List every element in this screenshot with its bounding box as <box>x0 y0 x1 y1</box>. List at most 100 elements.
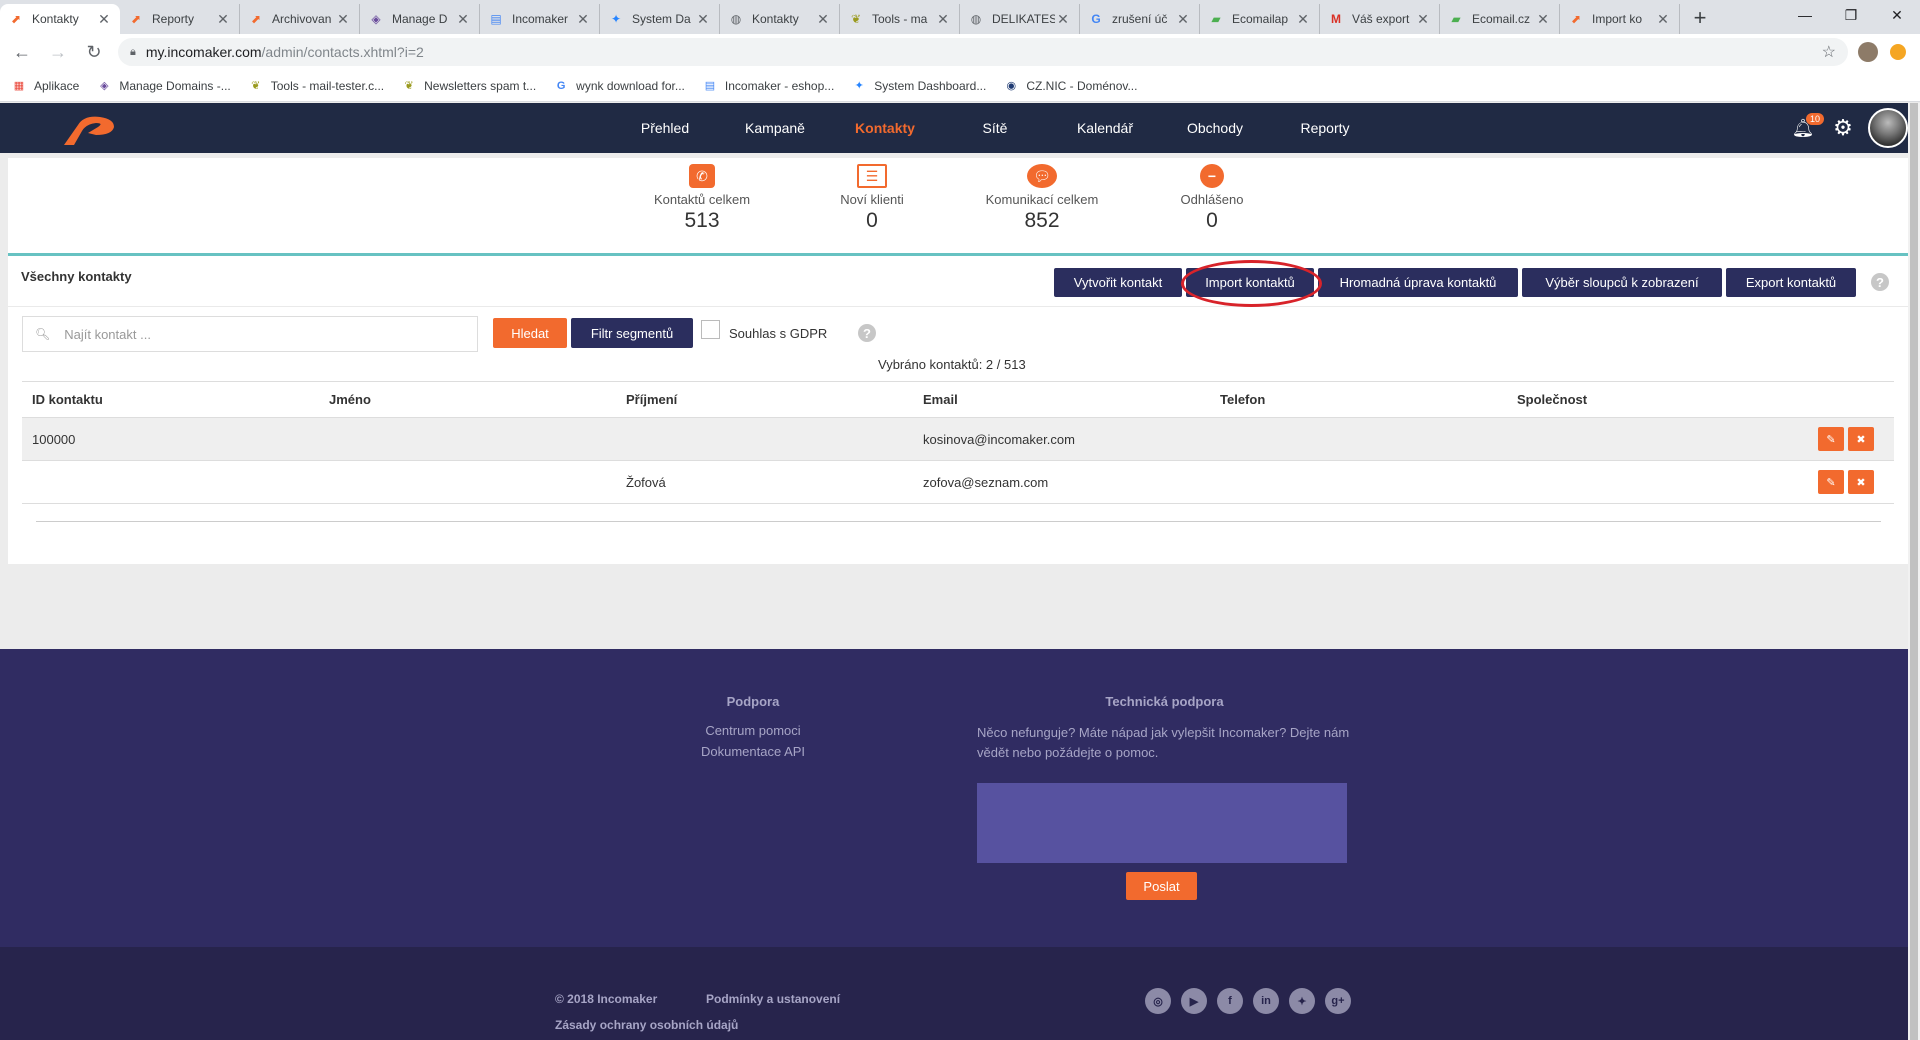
search-input[interactable]: 🔍︎ Najít kontakt ... <box>22 316 478 352</box>
privacy-link[interactable]: Zásady ochrany osobních údajů <box>555 1018 738 1032</box>
column-header[interactable]: Jméno <box>319 392 616 407</box>
gear-icon[interactable]: ⚙ <box>1828 113 1858 143</box>
browser-tab[interactable]: ❦ Tools - ma ✕ <box>840 4 960 34</box>
bookmark-star-icon[interactable]: ☆ <box>1822 42 1836 62</box>
help-center-link[interactable]: Centrum pomoci <box>643 723 863 738</box>
extension-icon[interactable] <box>1890 44 1906 60</box>
close-icon[interactable]: ✕ <box>96 11 112 28</box>
send-button[interactable]: Poslat <box>1126 872 1197 900</box>
browser-tab-strip: ⬈ Kontakty ✕ ⬈ Reporty ✕ ⬈ Archivovan ✕ … <box>0 0 1920 34</box>
google-plus-icon[interactable]: g+ <box>1325 988 1351 1014</box>
browser-tab[interactable]: ▰ Ecomail.cz ✕ <box>1440 4 1560 34</box>
bookmark-item[interactable]: ❦ Tools - mail-tester.c... <box>249 79 384 93</box>
browser-tab[interactable]: ⬈ Archivovan ✕ <box>240 4 360 34</box>
reload-icon[interactable]: ↻ <box>80 38 108 66</box>
browser-tab[interactable]: ◍ Kontakty ✕ <box>720 4 840 34</box>
close-icon[interactable]: ✕ <box>1415 11 1431 28</box>
nav-item-site[interactable]: Sítě <box>940 103 1050 153</box>
close-window-icon[interactable]: ✕ <box>1874 0 1920 30</box>
twitter-icon[interactable]: ✦ <box>1289 988 1315 1014</box>
column-header[interactable]: Telefon <box>1210 392 1507 407</box>
linkedin-icon[interactable]: in <box>1253 988 1279 1014</box>
close-icon[interactable]: ✕ <box>935 11 951 28</box>
bookmark-item[interactable]: ❦ Newsletters spam t... <box>402 79 537 93</box>
restore-icon[interactable]: ❐ <box>1828 0 1874 30</box>
column-select-button[interactable]: Výběr sloupců k zobrazení <box>1522 268 1722 297</box>
close-icon[interactable]: ✕ <box>1535 11 1551 28</box>
bookmark-item[interactable]: ◉ CZ.NIC - Doménov... <box>1004 79 1138 93</box>
incomaker-logo-icon: ⬈ <box>10 12 22 26</box>
browser-tab[interactable]: ▤ Incomaker ✕ <box>480 4 600 34</box>
column-header[interactable]: ID kontaktu <box>22 392 319 407</box>
edit-icon[interactable]: ✎ <box>1818 427 1844 451</box>
browser-tab[interactable]: ⬈ Import ko ✕ <box>1560 4 1680 34</box>
import-contacts-button[interactable]: Import kontaktů <box>1186 268 1314 297</box>
close-icon[interactable]: ✕ <box>695 11 711 28</box>
profile-avatar[interactable] <box>1858 42 1878 62</box>
nav-item-obchody[interactable]: Obchody <box>1160 103 1270 153</box>
column-header[interactable]: Společnost <box>1507 392 1804 407</box>
incomaker-logo[interactable] <box>60 111 120 147</box>
browser-tab[interactable]: ◈ Manage D ✕ <box>360 4 480 34</box>
minus-circle-icon: − <box>1200 164 1224 188</box>
footer: Podpora Centrum pomoci Dokumentace API T… <box>0 649 1908 947</box>
gdpr-help-icon[interactable]: ? <box>858 324 876 342</box>
column-header[interactable]: Příjmení <box>616 392 913 407</box>
close-icon[interactable]: ✕ <box>1295 11 1311 28</box>
delete-icon[interactable]: ✖ <box>1848 470 1874 494</box>
export-contacts-button[interactable]: Export kontaktů <box>1726 268 1856 297</box>
search-button[interactable]: Hledat <box>493 318 567 348</box>
bookmark-item[interactable]: Gwynk download for... <box>554 79 685 93</box>
minimize-icon[interactable]: — <box>1782 0 1828 30</box>
page-scrollbar[interactable] <box>1908 103 1920 1040</box>
bookmark-item[interactable]: ▦ Aplikace <box>12 79 80 93</box>
docs-icon: ▤ <box>490 12 502 26</box>
facebook-icon[interactable]: f <box>1217 988 1243 1014</box>
gdpr-checkbox[interactable] <box>701 320 720 339</box>
table-row[interactable]: Žofová zofova@seznam.com ✎ ✖ <box>22 460 1894 503</box>
terms-link[interactable]: Podmínky a ustanovení <box>706 992 840 1006</box>
table-row[interactable]: 100000 kosinova@incomaker.com ✎ ✖ <box>22 417 1894 460</box>
browser-tab[interactable]: ⬈ Reporty ✕ <box>120 4 240 34</box>
api-docs-link[interactable]: Dokumentace API <box>643 744 863 759</box>
browser-tab[interactable]: ▰ Ecomailap ✕ <box>1200 4 1320 34</box>
browser-tab[interactable]: G zrušení úč ✕ <box>1080 4 1200 34</box>
bookmark-item[interactable]: ◈ Manage Domains -... <box>97 79 231 93</box>
close-icon[interactable]: ✕ <box>455 11 471 28</box>
back-arrow-icon[interactable]: ← <box>8 38 36 66</box>
nav-item-kalendar[interactable]: Kalendář <box>1050 103 1160 153</box>
avatar[interactable] <box>1868 108 1908 148</box>
instagram-icon[interactable]: ◎ <box>1145 988 1171 1014</box>
bell-icon[interactable]: 🔔︎ 10 <box>1788 113 1824 143</box>
browser-tab[interactable]: M Váš export ✕ <box>1320 4 1440 34</box>
delete-icon[interactable]: ✖ <box>1848 427 1874 451</box>
close-icon[interactable]: ✕ <box>575 11 591 28</box>
close-icon[interactable]: ✕ <box>1175 11 1191 28</box>
bulk-edit-button[interactable]: Hromadná úprava kontaktů <box>1318 268 1518 297</box>
nav-item-reporty[interactable]: Reporty <box>1270 103 1380 153</box>
browser-tab[interactable]: ⬈ Kontakty ✕ <box>0 4 120 34</box>
nav-item-kampane[interactable]: Kampaně <box>720 103 830 153</box>
close-icon[interactable]: ✕ <box>215 11 231 28</box>
bookmark-item[interactable]: ✦ System Dashboard... <box>852 79 987 93</box>
browser-tab[interactable]: ◍ DELIKATES ✕ <box>960 4 1080 34</box>
address-bar[interactable]: 🔒︎ my.incomaker.com/admin/contacts.xhtml… <box>118 38 1848 66</box>
segment-filter-button[interactable]: Filtr segmentů <box>571 318 693 348</box>
edit-icon[interactable]: ✎ <box>1818 470 1844 494</box>
scrollbar-thumb[interactable] <box>1910 103 1918 1040</box>
youtube-icon[interactable]: ▶ <box>1181 988 1207 1014</box>
forward-arrow-icon[interactable]: → <box>44 38 72 66</box>
browser-tab[interactable]: ✦ System Da ✕ <box>600 4 720 34</box>
column-header[interactable]: Email <box>913 392 1210 407</box>
close-icon[interactable]: ✕ <box>1655 11 1671 28</box>
close-icon[interactable]: ✕ <box>1055 11 1071 28</box>
nav-item-kontakty[interactable]: Kontakty <box>830 103 940 153</box>
support-message-textarea[interactable] <box>977 783 1347 863</box>
bookmark-item[interactable]: ▤ Incomaker - eshop... <box>703 79 835 93</box>
nav-item-prehled[interactable]: Přehled <box>610 103 720 153</box>
close-icon[interactable]: ✕ <box>335 11 351 28</box>
new-tab-button[interactable]: + <box>1686 4 1714 32</box>
close-icon[interactable]: ✕ <box>815 11 831 28</box>
help-icon[interactable]: ? <box>1871 273 1889 291</box>
create-contact-button[interactable]: Vytvořit kontakt <box>1054 268 1182 297</box>
